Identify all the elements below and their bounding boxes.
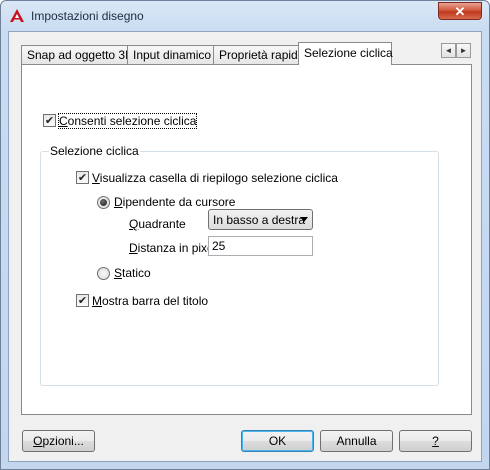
tab-snap-oggetto-3d[interactable]: Snap ad oggetto 3D: [21, 45, 134, 64]
help-button[interactable]: ?: [399, 430, 472, 452]
window-title: Impostazioni disegno: [31, 9, 144, 23]
static-radio[interactable]: [97, 267, 110, 280]
quadrant-select-value: In basso a destra: [213, 213, 306, 227]
show-list-box-label[interactable]: Visualizza casella di riepilogo selezion…: [92, 171, 338, 185]
tab-scroll-right-button[interactable]: ►: [456, 43, 471, 58]
show-titlebar-checkbox[interactable]: ✔: [76, 294, 89, 307]
cursor-dependent-radio[interactable]: [97, 196, 110, 209]
tab-scroll-left-button[interactable]: ◄: [441, 43, 456, 58]
close-icon: ✕: [454, 4, 466, 19]
enable-cycling-checkbox[interactable]: ✔: [43, 114, 56, 127]
dialog-window: Impostazioni disegno ✕ Snap ad oggetto 3…: [0, 0, 490, 470]
tab-input-dinamico[interactable]: Input dinamico: [127, 45, 214, 64]
arrow-left-icon: ◄: [444, 46, 453, 55]
quadrant-label: Quadrante: [129, 217, 186, 231]
ok-button[interactable]: OK: [241, 430, 314, 452]
quadrant-select[interactable]: In basso a destra: [208, 209, 313, 230]
checkmark-icon: ✔: [77, 171, 88, 184]
chevron-down-icon: [300, 217, 308, 222]
show-titlebar-label[interactable]: Mostra barra del titolo: [92, 294, 208, 308]
tab-proprieta-rapide[interactable]: Proprietà rapide: [213, 45, 304, 64]
dialog-client-area: Snap ad oggetto 3D Input dinamico Propri…: [8, 31, 482, 462]
distance-label: Distanza in pixel: [129, 241, 217, 255]
static-label[interactable]: Statico: [114, 266, 151, 280]
group-title: Selezione ciclica: [49, 144, 140, 158]
title-bar[interactable]: Impostazioni disegno ✕: [1, 1, 489, 31]
options-button[interactable]: Opzioni...: [22, 430, 95, 452]
close-button[interactable]: ✕: [438, 2, 482, 20]
distance-input[interactable]: [212, 239, 307, 253]
tab-panel-selezione-ciclica: ✔ Consenti selezione ciclica Selezione c…: [21, 64, 472, 415]
show-list-box-checkbox[interactable]: ✔: [76, 171, 89, 184]
distance-field[interactable]: [208, 236, 313, 256]
checkmark-icon: ✔: [44, 114, 55, 127]
arrow-right-icon: ►: [459, 46, 468, 55]
checkmark-icon: ✔: [77, 294, 88, 307]
cancel-button[interactable]: Annulla: [320, 430, 393, 452]
autocad-a-icon: [10, 9, 24, 22]
enable-cycling-label[interactable]: Consenti selezione ciclica: [57, 113, 198, 129]
tab-selezione-ciclica[interactable]: Selezione ciclica: [298, 42, 393, 65]
cursor-dependent-label[interactable]: Dipendente da cursore: [114, 195, 235, 209]
